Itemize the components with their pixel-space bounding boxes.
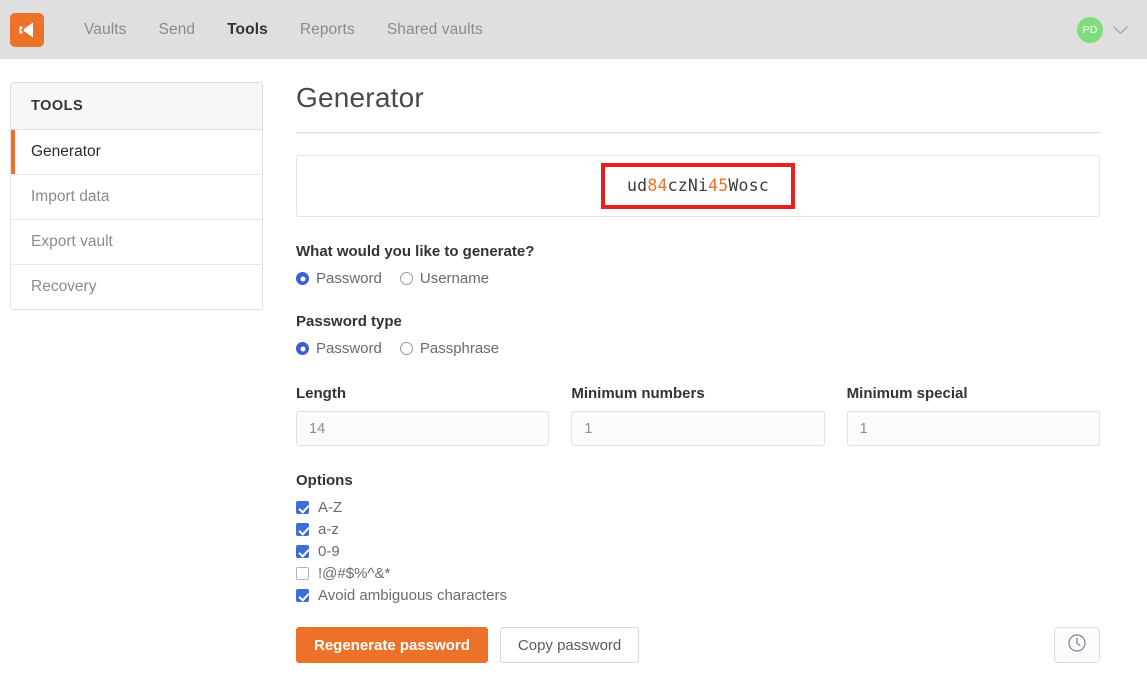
field-minimum-numbers: Minimum numbers xyxy=(571,385,825,446)
minimum-special-input[interactable] xyxy=(846,411,1100,446)
options-label: Options xyxy=(296,472,353,489)
checkbox-label: A-Z xyxy=(318,499,343,516)
password-display-box: ud84czNi45Wosc xyxy=(296,155,1100,217)
sidebar-heading: TOOLS xyxy=(11,83,262,130)
check-mark-icon xyxy=(296,545,309,558)
field-minimum-numbers-label: Minimum numbers xyxy=(571,385,705,402)
radio-type-passphrase[interactable]: Passphrase xyxy=(399,340,500,357)
radio-label: Username xyxy=(419,270,490,287)
radio-label: Passphrase xyxy=(419,340,500,357)
page-body: TOOLS Generator Import data Export vault… xyxy=(0,59,1147,663)
sidebar-item-import-data[interactable]: Import data xyxy=(11,175,262,220)
radio-type-password[interactable]: Password xyxy=(296,340,382,357)
password-history-button[interactable] xyxy=(1054,627,1100,663)
page-title: Generator xyxy=(296,82,1100,133)
generate-type-label: What would you like to generate? xyxy=(296,243,535,260)
generate-type-section: What would you like to generate? Passwor… xyxy=(296,243,1100,287)
generate-type-radio-group: Password Username xyxy=(296,270,1100,287)
radio-generate-username[interactable]: Username xyxy=(399,270,490,287)
nav-item-vaults[interactable]: Vaults xyxy=(68,0,143,59)
field-length: Length xyxy=(296,385,550,446)
app-header: Vaults Send Tools Reports Shared vaults … xyxy=(0,0,1147,59)
chevron-down-icon[interactable] xyxy=(1112,25,1129,35)
sidebar-item-export-vault[interactable]: Export vault xyxy=(11,220,262,265)
radio-mark-icon xyxy=(399,272,413,285)
options-section: Options A-Z a-z 0-9 !@#$%^&* Avoid ambig… xyxy=(296,472,1100,604)
radio-label: Password xyxy=(316,270,382,287)
nav-item-reports[interactable]: Reports xyxy=(284,0,371,59)
password-highlight-annotation: ud84czNi45Wosc xyxy=(601,163,795,209)
avatar[interactable]: PD xyxy=(1077,16,1103,43)
checkbox-label: a-z xyxy=(318,521,339,538)
radio-label: Password xyxy=(316,340,382,357)
length-input[interactable] xyxy=(296,411,550,446)
check-mark-icon xyxy=(296,567,309,580)
check-mark-icon xyxy=(296,501,309,514)
radio-mark-icon xyxy=(296,272,309,285)
main-panel: Generator ud84czNi45Wosc What would you … xyxy=(263,82,1147,663)
checkbox-numbers[interactable]: 0-9 xyxy=(296,543,1100,560)
password-type-section: Password type Password Passphrase xyxy=(296,313,1100,357)
checkbox-lowercase[interactable]: a-z xyxy=(296,521,1100,538)
checkbox-label: !@#$%^&* xyxy=(318,565,391,582)
checkbox-uppercase[interactable]: A-Z xyxy=(296,499,1100,516)
nav-item-tools[interactable]: Tools xyxy=(211,0,284,59)
generated-password-text[interactable]: ud84czNi45Wosc xyxy=(627,176,769,195)
checkbox-label: Avoid ambiguous characters xyxy=(318,587,507,604)
tools-sidebar: TOOLS Generator Import data Export vault… xyxy=(10,82,263,310)
password-type-radio-group: Password Passphrase xyxy=(296,340,1100,357)
checkbox-avoid-ambiguous[interactable]: Avoid ambiguous characters xyxy=(296,587,1100,604)
minimum-numbers-input[interactable] xyxy=(571,411,825,446)
field-minimum-special-label: Minimum special xyxy=(846,385,968,402)
nav-item-shared-vaults[interactable]: Shared vaults xyxy=(371,0,499,59)
brand-logo-icon[interactable] xyxy=(10,12,44,47)
action-row: Regenerate password Copy password xyxy=(296,627,1100,663)
password-type-label: Password type xyxy=(296,313,402,330)
main-nav: Vaults Send Tools Reports Shared vaults xyxy=(68,0,499,59)
clock-history-icon xyxy=(1067,633,1087,658)
copy-password-button[interactable]: Copy password xyxy=(499,627,640,663)
sidebar-item-generator[interactable]: Generator xyxy=(11,130,262,175)
header-account-area: PD xyxy=(1077,16,1129,43)
radio-generate-password[interactable]: Password xyxy=(296,270,382,287)
radio-mark-icon xyxy=(399,342,413,355)
radio-mark-icon xyxy=(296,342,309,355)
checkbox-special-characters[interactable]: !@#$%^&* xyxy=(296,565,1100,582)
field-length-label: Length xyxy=(296,385,346,402)
field-minimum-special: Minimum special xyxy=(846,385,1100,446)
nav-item-send[interactable]: Send xyxy=(143,0,212,59)
regenerate-password-button[interactable]: Regenerate password xyxy=(296,627,488,663)
check-mark-icon xyxy=(296,523,309,536)
checkbox-label: 0-9 xyxy=(318,543,340,560)
sidebar-item-recovery[interactable]: Recovery xyxy=(11,265,262,309)
check-mark-icon xyxy=(296,589,309,602)
numeric-fields-row: Length Minimum numbers Minimum special xyxy=(296,385,1100,446)
